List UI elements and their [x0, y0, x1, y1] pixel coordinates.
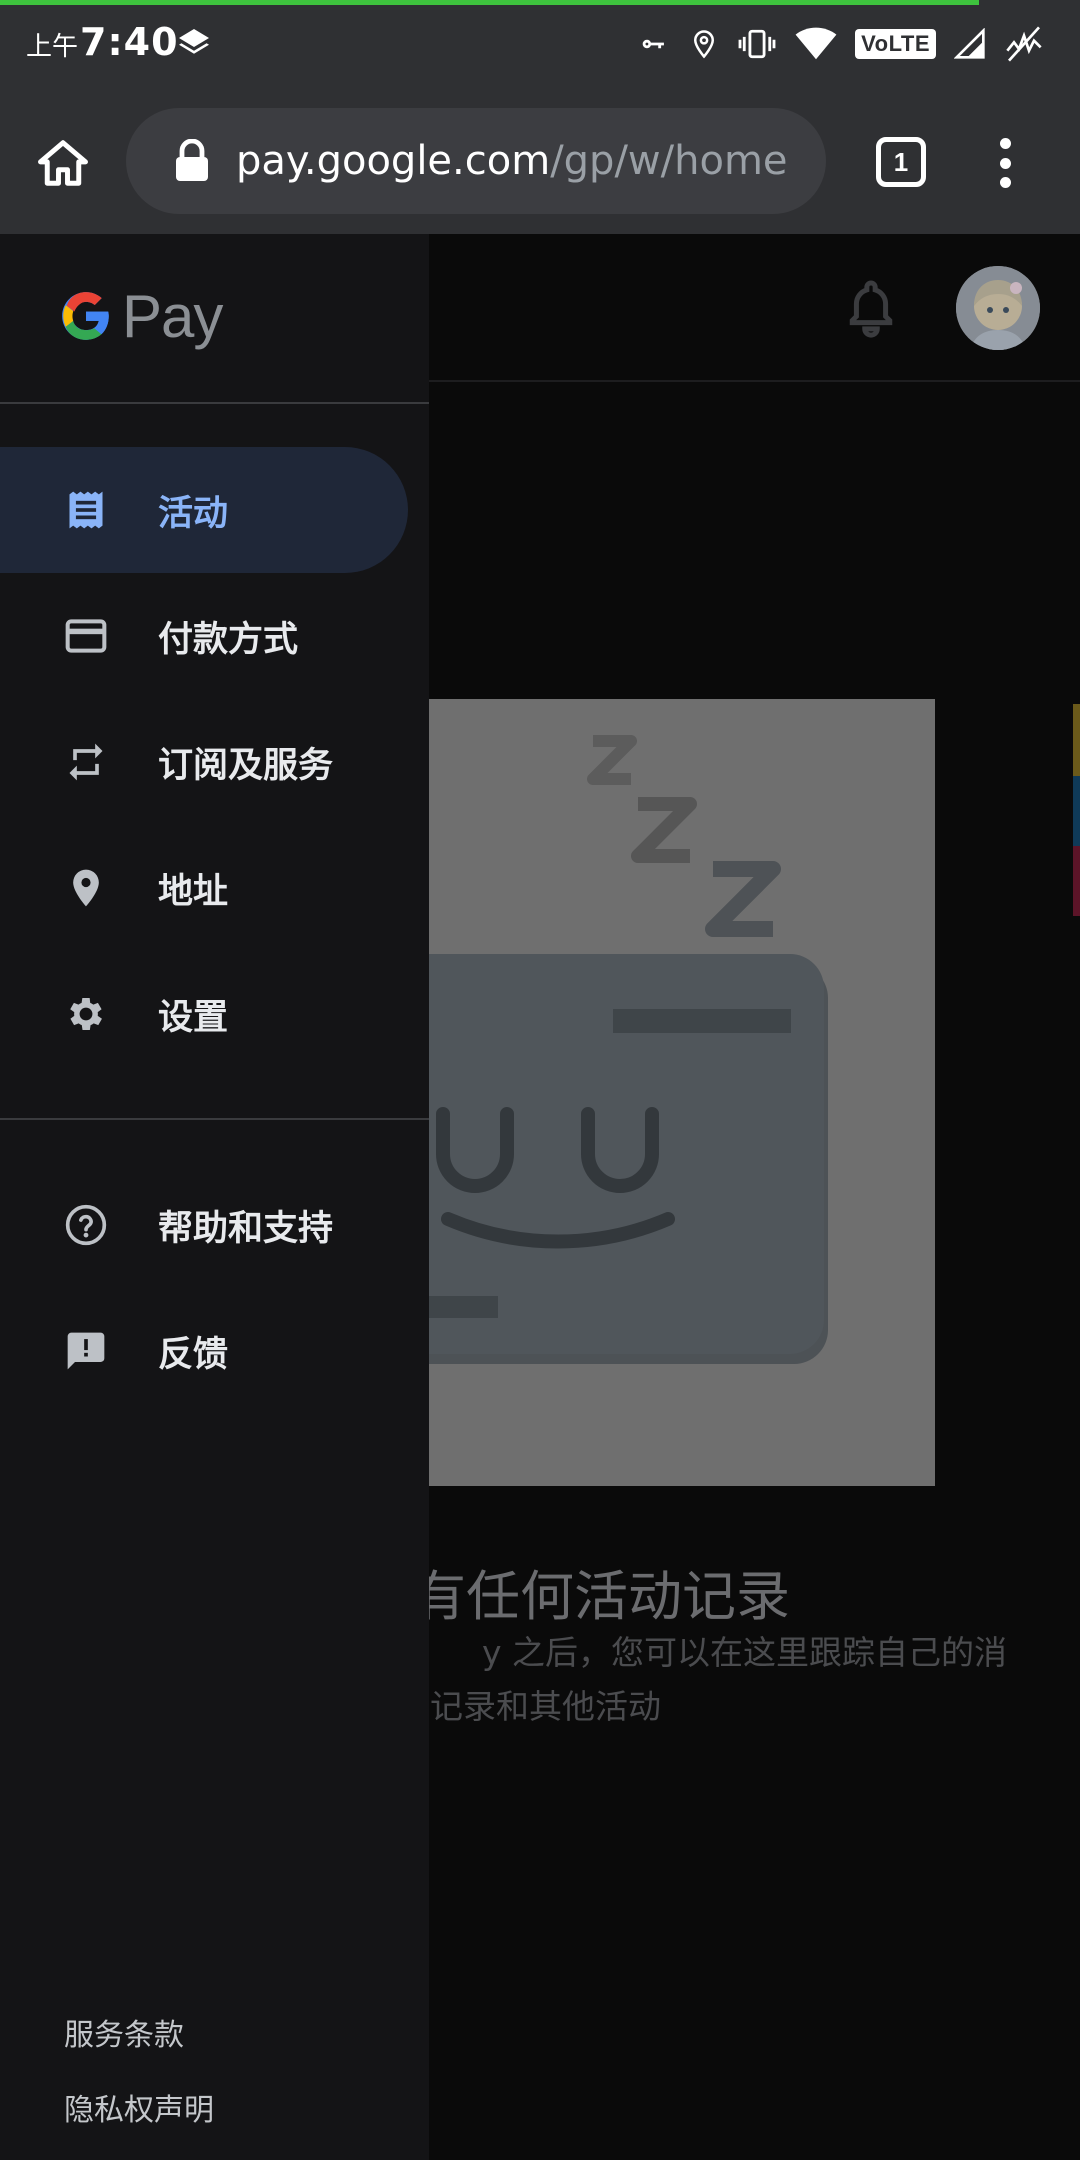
- status-icons: VoLTE: [637, 22, 1044, 66]
- status-clock: 7:40: [80, 20, 179, 64]
- notifications-bell-icon[interactable]: [846, 278, 896, 338]
- navigation-drawer: Pay 活动 付款方式 订阅及服务 地址 设置 帮助和支持 反馈 服务条款 隐私…: [0, 234, 429, 2160]
- menu-dot: [999, 157, 1011, 169]
- credit-card-icon: [65, 619, 107, 653]
- page-load-progress: [0, 0, 979, 5]
- status-bar: 上午 7:40 VoLTE: [0, 0, 1080, 90]
- side-strip-red: [1073, 846, 1080, 916]
- empty-state-title: 有任何活动记录: [412, 1565, 790, 1628]
- profile-avatar[interactable]: [956, 266, 1040, 350]
- empty-state-description: y 之后，您可以在这里跟踪自己的消 记录和其他活动: [412, 1626, 1007, 1734]
- vibrate-icon: [738, 29, 776, 59]
- empty-desc-line-2: 记录和其他活动: [430, 1687, 661, 1726]
- receipt-icon: [69, 491, 103, 529]
- status-time: 上午 7:40: [26, 20, 179, 64]
- url-host: pay.google.com: [236, 138, 551, 184]
- settings-gear-icon: [70, 998, 102, 1030]
- location-icon: [694, 30, 715, 59]
- menu-dot: [999, 177, 1011, 188]
- nav-item-activity[interactable]: 活动: [0, 447, 408, 573]
- nav-label-activity: 活动: [158, 493, 229, 534]
- nav-item-settings[interactable]: 设置: [0, 951, 408, 1077]
- nav-label-subscriptions: 订阅及服务: [158, 745, 334, 786]
- empty-desc-line-1: y 之后，您可以在这里跟踪自己的消: [482, 1633, 1008, 1672]
- nav-item-addresses[interactable]: 地址: [0, 825, 408, 951]
- google-g-logo: [62, 292, 109, 340]
- google-pay-logo: Pay: [60, 282, 223, 350]
- menu-dot: [999, 138, 1011, 149]
- layers-icon: [179, 29, 209, 54]
- logo-pay-text: Pay: [122, 282, 223, 350]
- more-vert-icon[interactable]: [990, 138, 1020, 188]
- avatar-image: [956, 266, 1040, 350]
- home-icon: [38, 140, 88, 186]
- signal-no-data-icon: [1006, 26, 1042, 62]
- nav-item-payment-methods[interactable]: 付款方式: [0, 573, 408, 699]
- privacy-policy-link[interactable]: 隐私权声明: [64, 2085, 214, 2129]
- empty-state-illustration: [428, 699, 935, 1486]
- vpn-key-icon: [642, 39, 665, 49]
- status-ampm: 上午: [26, 32, 79, 62]
- nav-label-settings: 设置: [158, 997, 229, 1038]
- wifi-icon: [795, 27, 837, 60]
- help-circle-icon: [65, 1204, 107, 1246]
- nav-item-help[interactable]: 帮助和支持: [0, 1162, 408, 1288]
- drawer-divider-middle: [0, 1118, 429, 1120]
- signal-icon: [954, 28, 985, 59]
- sleeping-card-illustration: [428, 699, 935, 1486]
- tab-switcher-button[interactable]: 1: [876, 137, 926, 187]
- home-button[interactable]: [30, 130, 96, 196]
- nav-label-feedback: 反馈: [158, 1334, 229, 1375]
- repeat-icon: [69, 743, 103, 781]
- url-path: /gp/w/home: [550, 138, 788, 184]
- url-bar[interactable]: pay.google.com/gp/w/home: [126, 108, 826, 214]
- nav-label-addresses: 地址: [158, 871, 229, 912]
- terms-of-service-link[interactable]: 服务条款: [64, 2010, 184, 2054]
- location-pin-icon: [73, 869, 99, 907]
- drawer-divider-top: [0, 402, 429, 404]
- side-strip-yellow: [1073, 704, 1080, 776]
- nav-item-feedback[interactable]: 反馈: [0, 1288, 408, 1414]
- lock-icon: [176, 139, 208, 181]
- tab-count: 1: [893, 146, 909, 177]
- nav-label-payment-methods: 付款方式: [158, 619, 299, 660]
- side-strip-blue: [1073, 776, 1080, 846]
- volte-icon: VoLTE: [855, 29, 936, 59]
- feedback-icon: [67, 1332, 105, 1370]
- nav-label-help: 帮助和支持: [158, 1208, 334, 1249]
- browser-toolbar: pay.google.com/gp/w/home 1: [0, 90, 1080, 234]
- nav-item-subscriptions[interactable]: 订阅及服务: [0, 699, 408, 825]
- url-text[interactable]: pay.google.com/gp/w/home: [236, 138, 788, 184]
